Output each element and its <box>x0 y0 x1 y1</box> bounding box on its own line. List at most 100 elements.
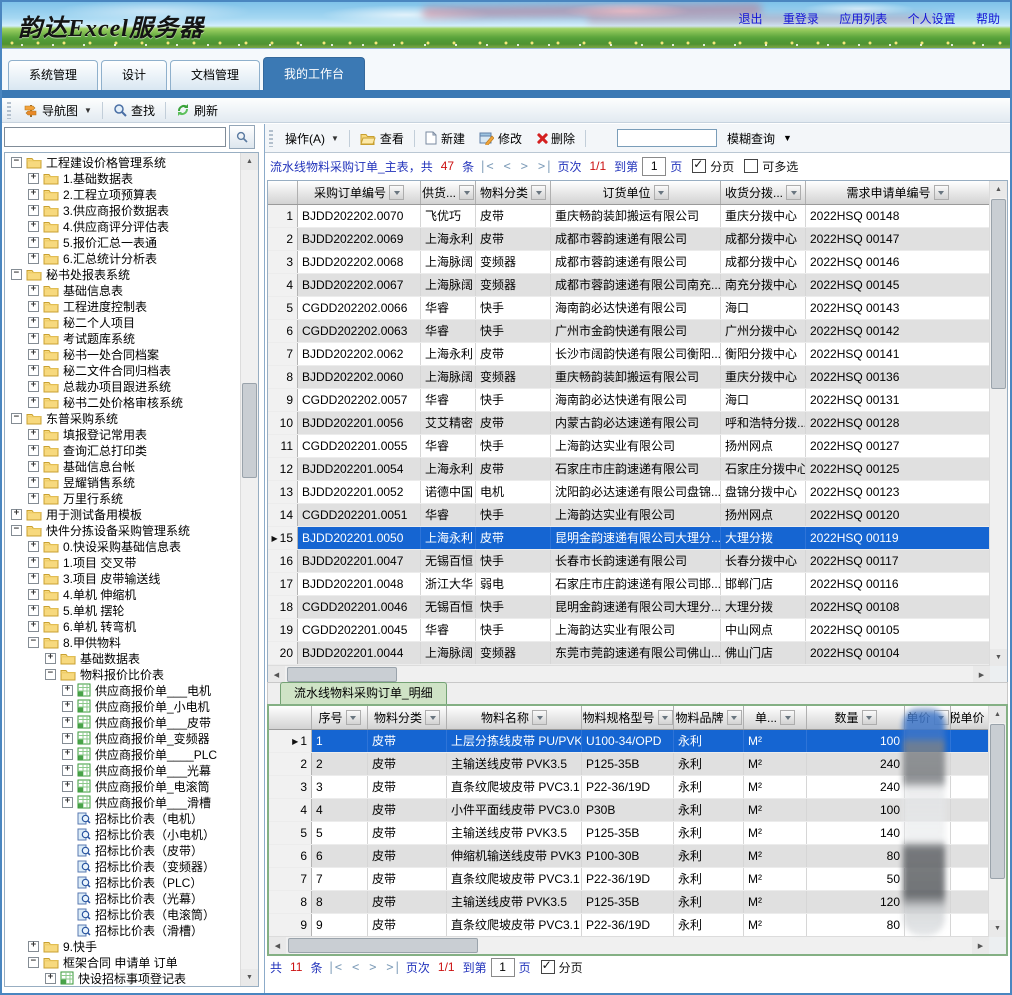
grid-cell[interactable]: BJDD202202.0070 <box>298 205 421 227</box>
grid-cell[interactable]: P30B <box>582 799 674 821</box>
tree-item[interactable]: +供应商报价单_变频器 <box>5 730 241 746</box>
row-number-cell[interactable]: 14 <box>268 504 298 526</box>
find-button[interactable]: 查找 <box>106 100 162 121</box>
grid-cell[interactable]: 80 <box>807 845 905 867</box>
grid-cell[interactable]: 艾艾精密 <box>421 412 476 434</box>
grid-cell[interactable]: 华睿 <box>421 320 476 342</box>
expand-icon[interactable]: + <box>62 701 73 712</box>
grid-cell[interactable]: 邯郸门店 <box>721 573 806 595</box>
grid-cell[interactable]: 皮带 <box>368 845 447 867</box>
prev-page-button[interactable]: < <box>352 960 359 974</box>
grid-cell[interactable]: 扬州网点 <box>721 435 806 457</box>
scroll-down-arrow[interactable]: ▼ <box>990 649 1007 666</box>
row-number-cell[interactable]: 13 <box>268 481 298 503</box>
grid-cell[interactable]: BJDD202201.0056 <box>298 412 421 434</box>
row-number-cell[interactable]: 4 <box>268 274 298 296</box>
grid-cell[interactable]: BJDD202201.0054 <box>298 458 421 480</box>
grid-cell[interactable]: 上海脉阔 <box>421 366 476 388</box>
grid-cell[interactable]: 成都分拨中心 <box>721 251 806 273</box>
filter-dropdown-icon[interactable] <box>532 710 547 725</box>
expand-icon[interactable]: + <box>28 493 39 504</box>
grid-cell[interactable]: CGDD202201.0045 <box>298 619 421 641</box>
grid-cell[interactable]: 重庆畅韵装卸搬运有限公司 <box>551 366 721 388</box>
grid-cell[interactable]: BJDD202201.0048 <box>298 573 421 595</box>
grid-cell[interactable]: P22-36/19D <box>582 868 674 890</box>
filter-dropdown-icon[interactable] <box>389 185 404 200</box>
grid-cell[interactable]: M² <box>744 845 807 867</box>
view-button[interactable]: 查看 <box>353 128 411 149</box>
row-number-cell[interactable]: 16 <box>268 550 298 572</box>
grid-cell[interactable]: P22-36/19D <box>582 776 674 798</box>
tree-item[interactable]: +5.单机 摆轮 <box>5 602 241 618</box>
grid-cell[interactable]: 皮带 <box>368 914 447 936</box>
tree-item[interactable]: −8.甲供物料 <box>5 634 241 650</box>
last-page-button[interactable]: >| <box>538 159 552 173</box>
grid-cell[interactable]: 2022HSQ 00117 <box>806 550 990 572</box>
grid-cell[interactable] <box>951 730 989 752</box>
expand-icon[interactable]: + <box>28 301 39 312</box>
grid-cell[interactable] <box>951 868 989 890</box>
personal-settings-link[interactable]: 个人设置 <box>908 12 956 26</box>
tree-item[interactable]: +快设招标事项登记表 <box>5 970 241 986</box>
grid-cell[interactable]: M² <box>744 753 807 775</box>
grid-cell[interactable]: 50 <box>807 868 905 890</box>
grid-cell[interactable]: M² <box>744 914 807 936</box>
scroll-thumb[interactable] <box>242 383 257 478</box>
grid-cell[interactable]: 长春市长韵速递有限公司 <box>551 550 721 572</box>
grid-cell[interactable]: 呼和浩特分拨... <box>721 412 806 434</box>
filter-dropdown-icon[interactable] <box>780 710 795 725</box>
multi-select-checkbox[interactable] <box>744 159 758 173</box>
fuzzy-search-input[interactable] <box>617 129 717 147</box>
grid-cell[interactable]: 2022HSQ 00116 <box>806 573 990 595</box>
grid-cell[interactable]: 华睿 <box>421 435 476 457</box>
tree-item[interactable]: +9.快手 <box>5 938 241 954</box>
column-header[interactable]: 单... <box>744 706 807 729</box>
grid-cell[interactable]: M² <box>744 822 807 844</box>
grid-cell[interactable]: BJDD202201.0050 <box>298 527 421 549</box>
grid-row[interactable]: ▶11皮带上层分拣线皮带 PU/PVKU100-34/OPD永利M²100 <box>269 730 989 753</box>
grid-cell[interactable]: M² <box>744 868 807 890</box>
grid-cell[interactable]: 变频器 <box>476 251 551 273</box>
expand-icon[interactable]: + <box>28 429 39 440</box>
expand-icon[interactable]: + <box>28 237 39 248</box>
collapse-icon[interactable]: − <box>45 669 56 680</box>
tree-item[interactable]: +查询汇总打印类 <box>5 442 241 458</box>
grid-cell[interactable]: 永利 <box>674 799 744 821</box>
grid-row[interactable]: 6CGDD202202.0063华睿快手广州市金韵快递有限公司广州分拨中心202… <box>268 320 990 343</box>
column-header[interactable]: 单价 <box>905 706 951 729</box>
tree-item[interactable]: 招标比价表（滑槽） <box>5 922 241 938</box>
grid-cell[interactable]: 2022HSQ 00148 <box>806 205 990 227</box>
filter-dropdown-icon[interactable] <box>934 185 949 200</box>
grid-cell[interactable]: 盘锦分拨中心 <box>721 481 806 503</box>
grid-cell[interactable]: CGDD202202.0057 <box>298 389 421 411</box>
expand-icon[interactable]: + <box>62 685 73 696</box>
row-number-cell[interactable]: 9 <box>269 914 312 936</box>
navigation-map-button[interactable]: 导航图 ▼ <box>16 100 99 121</box>
row-number-cell[interactable]: 2 <box>268 228 298 250</box>
grid-cell[interactable]: 长春分拨中心 <box>721 550 806 572</box>
refresh-button[interactable]: 刷新 <box>169 100 225 121</box>
grid-row[interactable]: 66皮带伸缩机输送线皮带 PVK3.0P100-30B永利M²80 <box>269 845 989 868</box>
grid-cell[interactable]: BJDD202202.0062 <box>298 343 421 365</box>
grid-cell[interactable]: 广州市金韵快递有限公司 <box>551 320 721 342</box>
filter-dropdown-icon[interactable] <box>346 710 361 725</box>
tree-item[interactable]: −物料报价比价表 <box>5 666 241 682</box>
paging-checkbox[interactable] <box>692 159 706 173</box>
grid-cell[interactable]: 直条纹爬坡皮带 PVC3.1 <box>447 868 582 890</box>
grid-cell[interactable]: 2022HSQ 00108 <box>806 596 990 618</box>
grid-cell[interactable]: 快手 <box>476 320 551 342</box>
row-number-cell[interactable]: 3 <box>268 251 298 273</box>
grid-cell[interactable] <box>905 776 951 798</box>
tree-item[interactable]: +填报登记常用表 <box>5 426 241 442</box>
grid-cell[interactable]: M² <box>744 730 807 752</box>
tree-item[interactable]: +供应商报价单_小电机 <box>5 698 241 714</box>
tree-item[interactable]: 招标比价表（小电机） <box>5 826 241 842</box>
tree-item[interactable]: −东普采购系统 <box>5 410 241 426</box>
grid-cell[interactable]: 140 <box>807 822 905 844</box>
filter-dropdown-icon[interactable] <box>727 710 742 725</box>
grid-cell[interactable]: 2022HSQ 00125 <box>806 458 990 480</box>
grid-cell[interactable]: 2 <box>312 753 368 775</box>
grid-cell[interactable]: 2022HSQ 00123 <box>806 481 990 503</box>
expand-icon[interactable]: + <box>11 509 22 520</box>
grid-cell[interactable]: 皮带 <box>476 228 551 250</box>
